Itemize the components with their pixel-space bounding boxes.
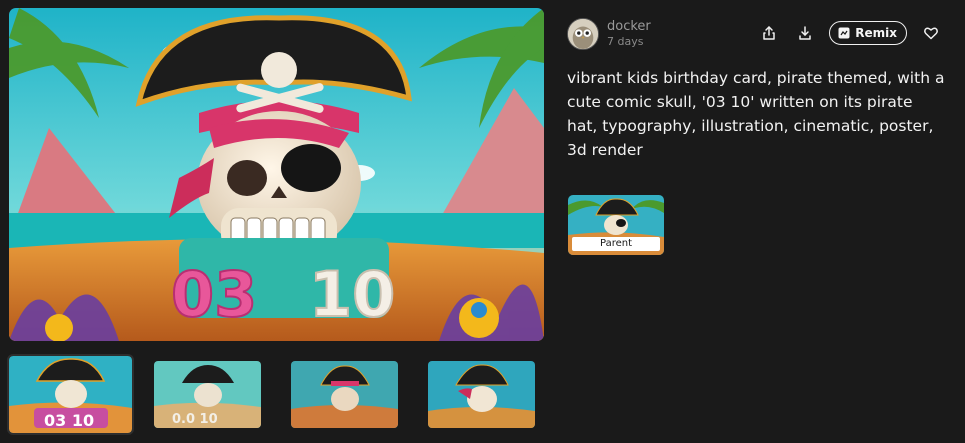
- svg-text:03: 03: [171, 258, 257, 331]
- pirate-skull-illustration: 03 10: [9, 8, 544, 341]
- download-button[interactable]: [793, 21, 817, 45]
- like-button[interactable]: [919, 21, 943, 45]
- thumbnail-image: [428, 361, 535, 428]
- thumbnail-image: 03 10: [9, 356, 132, 433]
- parent-image-card[interactable]: Parent: [568, 195, 664, 255]
- owl-avatar-icon[interactable]: [567, 18, 599, 50]
- parent-label: Parent: [572, 237, 660, 251]
- remix-button[interactable]: Remix: [829, 21, 907, 45]
- action-bar: Remix: [757, 21, 943, 45]
- share-button[interactable]: [757, 21, 781, 45]
- post-time: 7 days: [607, 35, 644, 48]
- author-name[interactable]: docker: [607, 19, 651, 35]
- image-prompt: vibrant kids birthday card, pirate theme…: [567, 69, 945, 159]
- download-icon: [799, 26, 811, 40]
- author-meta: docker 7 days: [607, 19, 651, 49]
- share-icon: [763, 26, 775, 40]
- avatar-image: [568, 19, 598, 49]
- main-generated-image[interactable]: 03 10: [9, 8, 544, 341]
- thumbnail-text: 0.0 10: [172, 412, 218, 427]
- author-info: docker 7 days: [567, 17, 651, 51]
- thumbnail-4[interactable]: [428, 361, 535, 428]
- heart-icon: [924, 27, 938, 40]
- thumbnail-1[interactable]: 03 10: [7, 354, 134, 435]
- thumbnail-text: 03 10: [44, 411, 94, 430]
- svg-text:10: 10: [309, 258, 395, 331]
- thumbnail-image: 0.0 10: [154, 361, 261, 428]
- remix-label: Remix: [855, 26, 897, 40]
- thumbnail-2[interactable]: 0.0 10: [154, 361, 261, 428]
- variation-thumbnails: 03 10 0.0 10: [7, 354, 544, 436]
- thumbnail-3[interactable]: [291, 361, 398, 428]
- image-detail-page: 03 10 03 10 0.0 10 docker 7 days Remix v…: [0, 0, 965, 443]
- thumbnail-image: [291, 361, 398, 428]
- remix-icon: [838, 27, 850, 39]
